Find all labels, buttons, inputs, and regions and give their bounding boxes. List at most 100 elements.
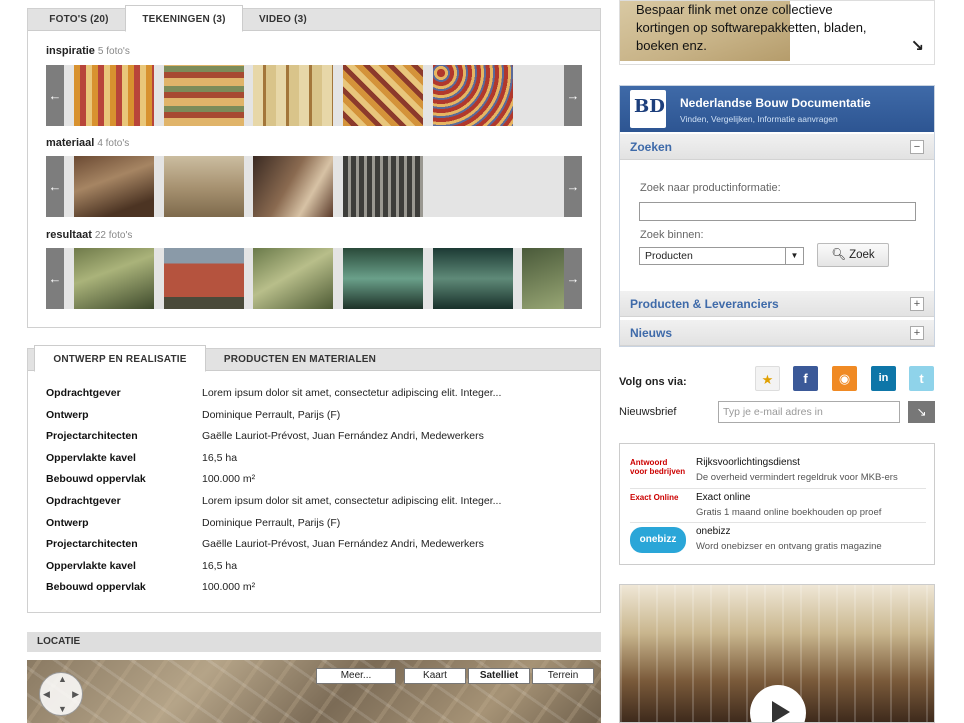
map-type-satelliet[interactable]: Satelliet (468, 668, 530, 684)
accordion-producten[interactable]: Producten & Leveranciers + (620, 291, 934, 317)
gallery-strip-materiaal: ← → (46, 156, 582, 217)
sponsor-desc: De overheid vermindert regeldruk voor MK… (696, 472, 898, 483)
accordion-nieuws[interactable]: Nieuws + (620, 320, 934, 346)
sponsor-desc: Gratis 1 maand online boekhouden op proe… (696, 507, 882, 518)
detail-value: 16,5 ha (202, 559, 238, 572)
map-type-kaart[interactable]: Kaart (404, 668, 466, 684)
map-type-terrein[interactable]: Terrein (532, 668, 594, 684)
media-tabbar: FOTO'S (20) TEKENINGEN (3) VIDEO (3) (28, 5, 600, 32)
sponsor-title: onebizz (696, 526, 731, 537)
detail-key: Ontwerp (46, 516, 89, 529)
accordion-label: Producten & Leveranciers (630, 297, 779, 311)
twitter-icon[interactable]: t (909, 366, 934, 391)
project-details-panel: ONTWERP EN REALISATIE PRODUCTEN EN MATER… (27, 345, 601, 613)
thumbnail[interactable] (164, 65, 244, 126)
rss-icon[interactable]: ◉ (832, 366, 857, 391)
search-within-select[interactable]: Producten ▼ (639, 247, 804, 265)
map-more-button[interactable]: Meer... (316, 668, 396, 684)
tab-tekeningen[interactable]: TEKENINGEN (3) (125, 5, 243, 32)
media-gallery-panel: FOTO'S (20) TEKENINGEN (3) VIDEO (3) ins… (27, 5, 601, 328)
detail-key: Oppervlakte kavel (46, 559, 136, 572)
arrow-down-right-icon[interactable]: ↘ (911, 36, 924, 56)
detail-value: Dominique Perrault, Parijs (F) (202, 408, 341, 421)
detail-value: Gaëlle Lauriot-Prévost, Juan Fernández A… (202, 430, 484, 443)
chevron-down-icon: ▼ (785, 248, 803, 264)
video-player[interactable] (619, 584, 935, 723)
map[interactable]: ▲ ▼ ◀ ▶ Meer... Kaart Satelliet Terrein (27, 660, 601, 723)
linkedin-icon[interactable]: in (871, 366, 896, 391)
tab-ontwerp-realisatie[interactable]: ONTWERP EN REALISATIE (34, 345, 206, 372)
sponsor-item[interactable]: onebizz onebizz Word onebizser en ontvan… (630, 522, 926, 556)
sponsor-logo: Antwoord voor bedrijven (630, 458, 686, 476)
detail-value: Gaëlle Lauriot-Prévost, Juan Fernández A… (202, 538, 484, 551)
sponsor-logo: Exact Online (630, 493, 679, 502)
location-header: LOCATIE (27, 632, 601, 652)
detail-value: 16,5 ha (202, 451, 238, 464)
gallery-title-materiaal[interactable]: materiaal 4 foto's (46, 137, 129, 149)
newsletter-label: Nieuwsbrief (619, 406, 677, 418)
thumbnail[interactable] (433, 65, 513, 126)
thumbnail[interactable] (164, 156, 244, 217)
facebook-icon[interactable]: f (793, 366, 818, 391)
thumbnail[interactable] (164, 248, 244, 309)
sponsor-title: Exact online (696, 492, 751, 503)
detail-key: Opdrachtgever (46, 387, 121, 399)
thumbnail[interactable] (253, 156, 333, 217)
follow-section: Volg ons via: ★ f ◉ in t Nieuwsbrief Typ… (619, 366, 935, 426)
gallery-title-resultaat[interactable]: resultaat 22 foto's (46, 229, 132, 241)
gallery-strip-resultaat: ← → (46, 248, 582, 309)
newsletter-submit-button[interactable]: ↘ (908, 401, 935, 423)
arrow-left-icon[interactable]: ← (46, 248, 64, 309)
arrow-right-icon[interactable]: → (564, 248, 582, 309)
sponsor-list: Antwoord voor bedrijven Rijksvoorlichtin… (619, 443, 935, 565)
thumbnail[interactable] (343, 65, 423, 126)
arrow-right-icon[interactable]: → (564, 156, 582, 217)
thumbnail[interactable] (522, 248, 570, 309)
arrow-left-icon[interactable]: ← (46, 65, 64, 126)
promo-text: Bespaar flink met onze collectieve korti… (636, 2, 867, 53)
detail-value: Lorem ipsum dolor sit amet, consectetur … (202, 387, 502, 399)
thumbnail[interactable] (74, 65, 154, 126)
promo-banner[interactable]: Bespaar flink met onze collectieve korti… (619, 0, 935, 65)
follow-label: Volg ons via: (619, 376, 687, 388)
thumbnail[interactable] (253, 65, 333, 126)
plus-icon[interactable]: + (910, 297, 924, 311)
accordion-label: Zoeken (630, 140, 673, 154)
product-search-input[interactable] (639, 202, 916, 221)
map-pan-control[interactable]: ▲ ▼ ◀ ▶ (39, 672, 83, 716)
arrow-left-icon[interactable]: ← (46, 156, 64, 217)
gallery-title-inspiratie[interactable]: inspiratie 5 foto's (46, 45, 130, 57)
detail-key: Bebouwd oppervlak (46, 473, 146, 486)
detail-key: Bebouwd oppervlak (46, 581, 146, 594)
sponsor-item[interactable]: Antwoord voor bedrijven Rijksvoorlichtin… (630, 454, 926, 488)
nbd-title: Nederlandse Bouw Documentatie (680, 96, 871, 110)
newsletter-email-input[interactable]: Typ je e-mail adres in (718, 401, 900, 423)
minus-icon[interactable]: − (910, 140, 924, 154)
search-button[interactable]: 🔍︎ Zoek (817, 243, 889, 267)
detail-key: Oppervlakte kavel (46, 451, 136, 464)
hyves-icon[interactable]: ★ (755, 366, 780, 391)
tab-fotos[interactable]: FOTO'S (20) (34, 9, 124, 31)
detail-key: Projectarchitecten (46, 538, 138, 551)
arrow-right-icon[interactable]: → (564, 65, 582, 126)
nbd-subtitle: Vinden, Vergelijken, Informatie aanvrage… (680, 114, 838, 124)
nbd-widget: BD Nederlandse Bouw Documentatie Vinden,… (619, 85, 935, 347)
sponsor-item[interactable]: Exact Online Exact online Gratis 1 maand… (630, 488, 926, 522)
detail-key: Projectarchitecten (46, 430, 138, 443)
detail-value: 100.000 m² (202, 473, 256, 486)
thumbnail[interactable] (74, 248, 154, 309)
accordion-zoeken[interactable]: Zoeken − (620, 134, 934, 160)
thumbnail[interactable] (343, 156, 423, 217)
thumbnail[interactable] (74, 156, 154, 217)
thumbnail[interactable] (433, 248, 513, 309)
thumbnail[interactable] (343, 248, 423, 309)
plus-icon[interactable]: + (910, 326, 924, 340)
detail-value: 100.000 m² (202, 581, 256, 594)
play-icon[interactable] (750, 685, 806, 722)
gallery-strip-inspiratie: ← → (46, 65, 582, 126)
tab-producten-materialen[interactable]: PRODUCTEN EN MATERIALEN (208, 349, 392, 371)
thumbnail[interactable] (253, 248, 333, 309)
sponsor-logo: onebizz (630, 527, 686, 553)
tab-video[interactable]: VIDEO (3) (244, 9, 322, 31)
nbd-logo: BD (630, 90, 666, 128)
